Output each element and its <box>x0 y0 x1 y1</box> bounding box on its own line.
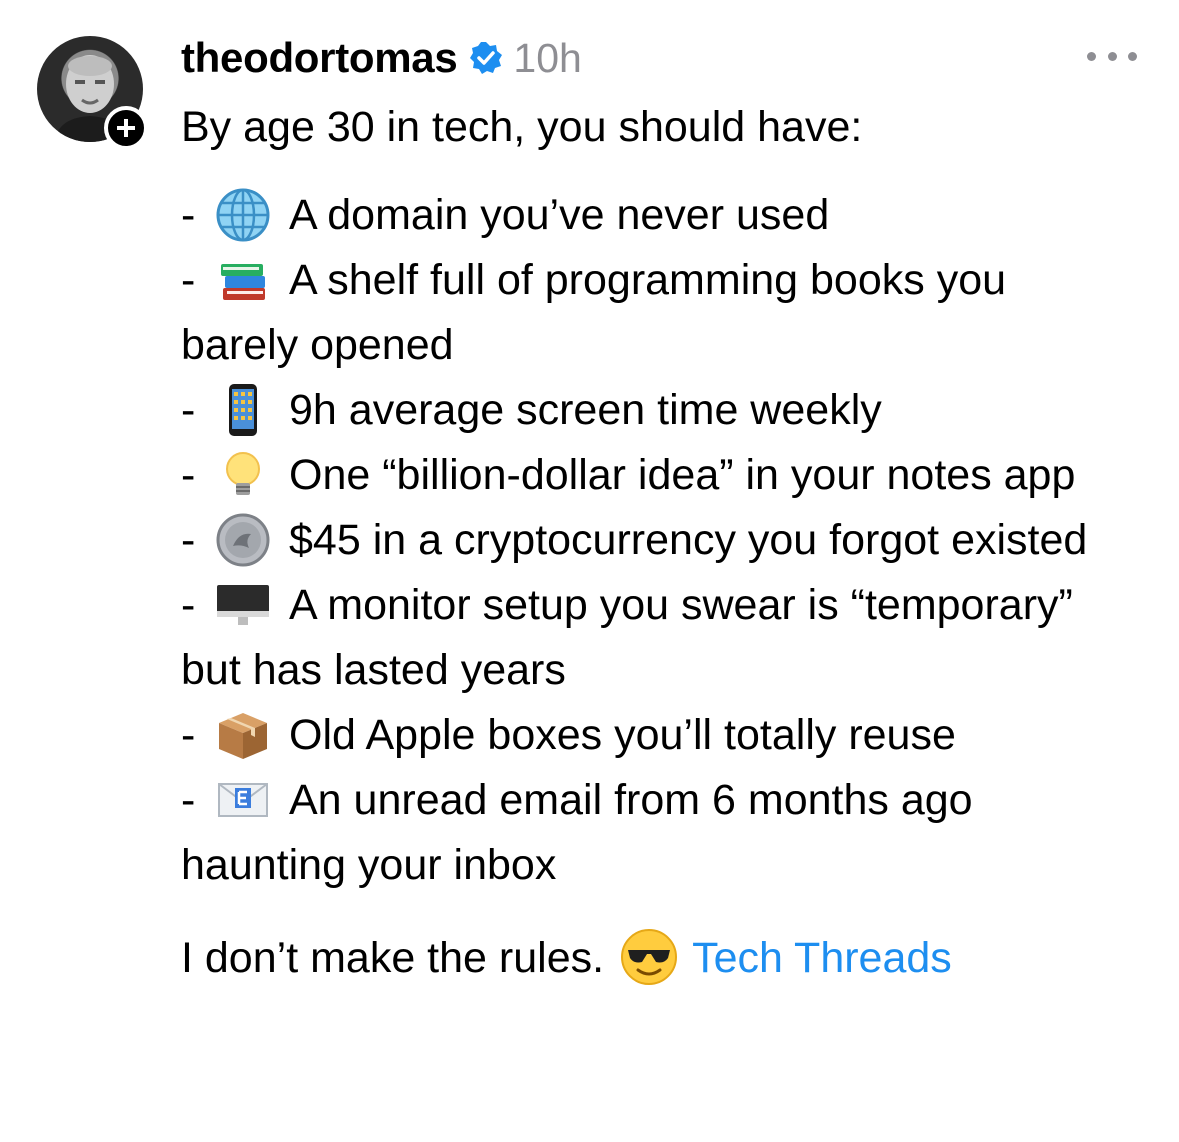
list-item-text: One “billion-dollar idea” in your notes … <box>289 451 1076 499</box>
list-dash: - <box>181 776 196 824</box>
more-dot-icon <box>1128 51 1137 61</box>
closing-text: I don’t make the rules. <box>181 934 605 982</box>
lightbulb-icon <box>215 447 271 503</box>
monitor-icon <box>215 577 271 633</box>
post-intro: By age 30 in tech, you should have: <box>181 103 863 151</box>
more-options-button[interactable] <box>1087 44 1137 68</box>
list-item: - A domain you’ve never used <box>181 183 1101 248</box>
sunglasses-face-icon <box>620 928 678 986</box>
post-timestamp: 10h <box>513 34 582 81</box>
list-dash: - <box>181 451 196 499</box>
list-item-text: An unread email from 6 months ago haunti… <box>181 776 973 889</box>
list-item-text: Old Apple boxes you’ll totally reuse <box>289 711 956 759</box>
post-body: By age 30 in tech, you should have: - A d… <box>181 95 1101 991</box>
list-dash: - <box>181 711 196 759</box>
list-item: - Old Apple boxes you’ll totally reuse <box>181 703 1101 768</box>
globe-icon <box>215 187 271 243</box>
list-item-text: $45 in a cryptocurrency you forgot exist… <box>289 516 1088 564</box>
list-item: - An unread email from 6 months ago haunt… <box>181 768 1101 898</box>
email-icon <box>215 772 271 828</box>
coin-icon <box>215 512 271 568</box>
books-icon <box>215 252 271 308</box>
verified-badge-icon <box>469 41 503 75</box>
post-closing: I don’t make the rules. Tech Threads <box>181 926 1101 991</box>
tech-threads-link[interactable]: Tech Threads <box>692 934 952 982</box>
list-dash: - <box>181 516 196 564</box>
list-dash: - <box>181 191 196 239</box>
list-item-text: A monitor setup you swear is “temporary”… <box>181 581 1073 694</box>
list-dash: - <box>181 386 196 434</box>
more-dot-icon <box>1107 51 1117 61</box>
list-dash: - <box>181 256 196 304</box>
avatar-container[interactable] <box>37 36 148 150</box>
more-dot-icon <box>1087 51 1096 61</box>
list-dash: - <box>181 581 196 629</box>
list-item-text: A domain you’ve never used <box>289 191 830 239</box>
list-item: - One “billion-dollar idea” in your notes… <box>181 443 1101 508</box>
follow-button[interactable] <box>104 106 148 150</box>
package-icon <box>215 707 271 763</box>
list-item-text: 9h average screen time weekly <box>289 386 882 434</box>
list-item-text: A shelf full of programming books you ba… <box>181 256 1007 369</box>
username-link[interactable]: theodortomas <box>181 34 458 82</box>
list-item: -A shelf full of programming books you b… <box>181 248 1101 378</box>
phone-icon <box>215 382 271 438</box>
list-item: - 9h average screen time weekly <box>181 378 1101 443</box>
list-item: -A monitor setup you swear is “temporary… <box>181 573 1101 703</box>
list-item: - $45 in a cryptocurrency you forgot exis… <box>181 508 1101 573</box>
post-header: theodortomas 10h <box>181 30 582 86</box>
plus-icon <box>117 119 135 137</box>
